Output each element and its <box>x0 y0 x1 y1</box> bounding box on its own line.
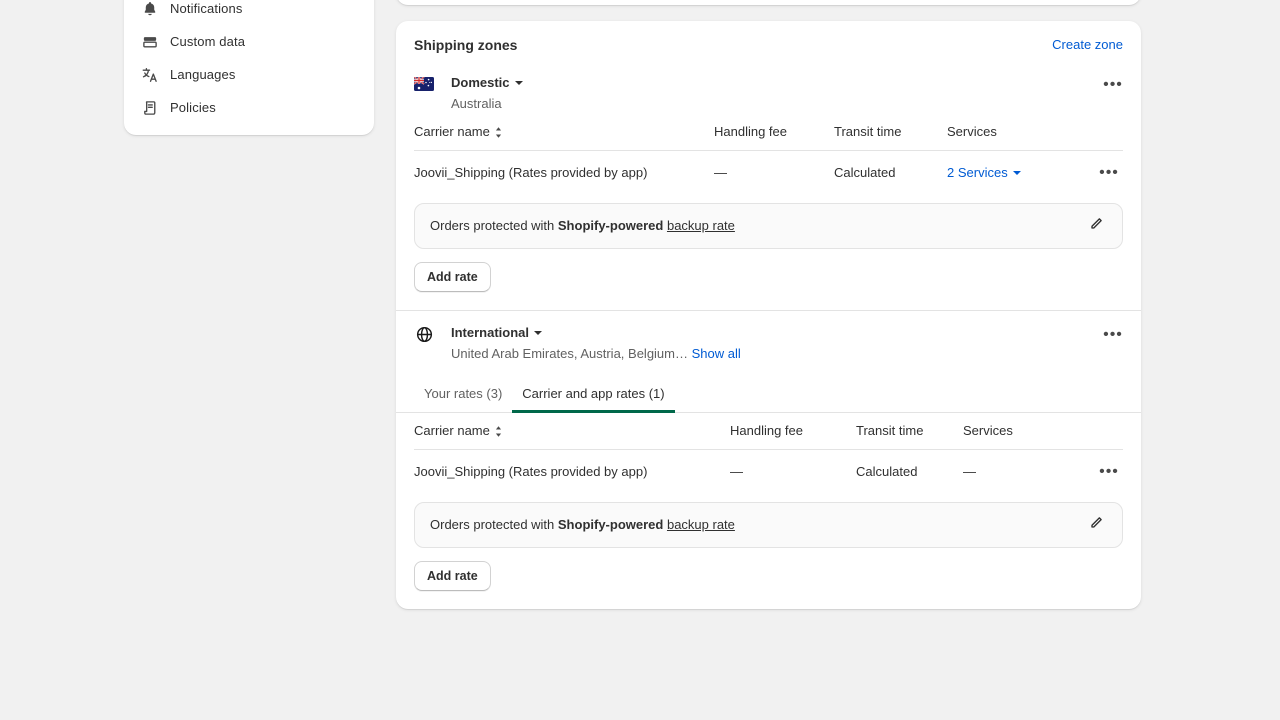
show-all-countries-link[interactable]: Show all <box>692 346 741 361</box>
domestic-add-rate-wrap: Add rate <box>396 249 1141 310</box>
services-label: 2 Services <box>947 165 1008 180</box>
sidebar-item-label: Custom data <box>170 32 245 52</box>
shipping-zone-domestic: Domestic Australia ••• Carrier name <box>396 61 1141 310</box>
australia-flag-icon <box>414 74 434 94</box>
sidebar-item-label: Notifications <box>170 0 243 19</box>
column-header-services: Services <box>947 122 1083 142</box>
backup-rate-banner: Orders protected with Shopify-powered ba… <box>414 203 1123 249</box>
sidebar-item-custom-data[interactable]: Custom data <box>132 26 366 58</box>
table-header-row: Carrier name Handling fee Transit time S… <box>410 114 1127 150</box>
sort-icon <box>494 126 503 139</box>
shipping-origins-body: Shipping origins Show details Shop locat… <box>396 0 1141 5</box>
settings-shipping-page: Customer events Brand Notifications <box>0 0 1280 720</box>
pencil-icon <box>1088 515 1104 536</box>
add-rate-button[interactable]: Add rate <box>414 561 491 591</box>
column-label: Carrier name <box>414 122 490 142</box>
cell-transit-time: Calculated <box>856 462 963 482</box>
settings-sidebar: Customer events Brand Notifications <box>124 0 374 135</box>
backup-rate-bold: Shopify-powered <box>558 517 663 532</box>
cell-services: 2 Services <box>947 163 1083 183</box>
globe-icon <box>414 324 434 344</box>
zone-countries: United Arab Emirates, Austria, Belgium… … <box>451 344 741 364</box>
zone-name-domestic[interactable]: Domestic <box>451 73 523 93</box>
cell-handling-fee: — <box>730 462 856 482</box>
shipping-zones-card: Shipping zones Create zone <box>396 21 1141 609</box>
zone-meta: Domestic Australia <box>451 73 523 114</box>
pencil-icon <box>1088 216 1104 237</box>
zone-countries-label: Australia <box>451 96 502 111</box>
zone-name-label: International <box>451 325 529 340</box>
rate-actions-menu-button[interactable]: ••• <box>1095 458 1123 486</box>
table-row: Joovii_Shipping (Rates provided by app) … <box>410 450 1127 494</box>
backup-rate-prefix: Orders protected with <box>430 517 558 532</box>
backup-rate-bold: Shopify-powered <box>558 218 663 233</box>
shipping-origins-card: Shipping origins Show details Shop locat… <box>396 0 1141 5</box>
sort-icon <box>494 425 503 438</box>
shipping-zone-international: International United Arab Emirates, Aust… <box>396 311 1141 609</box>
database-icon <box>140 32 160 52</box>
tab-carrier-and-app-rates[interactable]: Carrier and app rates (1) <box>512 380 674 413</box>
backup-rate-text: Orders protected with Shopify-powered ba… <box>430 216 735 236</box>
sidebar-item-label: Languages <box>170 65 236 85</box>
chevron-down-icon <box>534 331 542 335</box>
shipping-zones-title: Shipping zones <box>414 35 517 55</box>
backup-rate-prefix: Orders protected with <box>430 218 558 233</box>
bell-icon <box>140 0 160 19</box>
column-header-carrier-name[interactable]: Carrier name <box>414 122 714 142</box>
column-header-carrier-name[interactable]: Carrier name <box>414 421 730 441</box>
sidebar-item-notifications[interactable]: Notifications <box>132 0 366 25</box>
languages-icon <box>140 65 160 85</box>
cell-transit-time: Calculated <box>834 163 947 183</box>
shipping-settings-content: Shipping origins Show details Shop locat… <box>396 0 1141 625</box>
zone-header: International United Arab Emirates, Aust… <box>396 311 1141 364</box>
zone-countries-label: United Arab Emirates, Austria, Belgium… <box>451 346 688 361</box>
chevron-down-icon <box>1013 171 1021 175</box>
edit-backup-rate-button[interactable] <box>1082 212 1110 240</box>
tab-your-rates[interactable]: Your rates (3) <box>414 380 512 413</box>
backup-rate-link[interactable]: backup rate <box>667 218 735 233</box>
cell-services: — <box>963 462 1083 482</box>
sidebar-item-label: Policies <box>170 98 216 118</box>
cell-actions: ••• <box>1083 159 1123 187</box>
international-add-rate-wrap: Add rate <box>396 548 1141 609</box>
zone-countries: Australia <box>451 94 523 114</box>
chevron-down-icon <box>515 81 523 85</box>
policies-icon <box>140 98 160 118</box>
column-header-transit-time: Transit time <box>834 122 947 142</box>
zone-header: Domestic Australia ••• <box>396 61 1141 114</box>
zone-name-label: Domestic <box>451 75 510 90</box>
cell-actions: ••• <box>1083 458 1123 486</box>
international-rates-table: Carrier name Handling fee Transit time S… <box>396 413 1141 494</box>
table-row: Joovii_Shipping (Rates provided by app) … <box>410 151 1127 195</box>
rate-actions-menu-button[interactable]: ••• <box>1095 159 1123 187</box>
zone-name-international[interactable]: International <box>451 323 542 343</box>
backup-rate-link[interactable]: backup rate <box>667 517 735 532</box>
sidebar-item-languages[interactable]: Languages <box>132 59 366 91</box>
cell-carrier-name: Joovii_Shipping (Rates provided by app) <box>414 163 714 183</box>
column-header-handling-fee: Handling fee <box>730 421 856 441</box>
create-zone-link[interactable]: Create zone <box>1052 35 1123 55</box>
services-link[interactable]: 2 Services <box>947 165 1021 180</box>
column-header-transit-time: Transit time <box>856 421 963 441</box>
column-label: Carrier name <box>414 421 490 441</box>
shipping-zones-header: Shipping zones Create zone <box>396 21 1141 61</box>
cell-handling-fee: — <box>714 163 834 183</box>
zone-meta: International United Arab Emirates, Aust… <box>451 323 741 364</box>
add-rate-button[interactable]: Add rate <box>414 262 491 292</box>
zone-actions-menu-button[interactable]: ••• <box>1099 321 1127 349</box>
table-header-row: Carrier name Handling fee Transit time S… <box>410 413 1127 449</box>
cell-carrier-name: Joovii_Shipping (Rates provided by app) <box>414 462 730 482</box>
column-header-handling-fee: Handling fee <box>714 122 834 142</box>
rates-tabs: Your rates (3) Carrier and app rates (1) <box>396 380 1141 413</box>
edit-backup-rate-button[interactable] <box>1082 511 1110 539</box>
sidebar-item-policies[interactable]: Policies <box>132 92 366 124</box>
column-header-services: Services <box>963 421 1083 441</box>
zone-actions-menu-button[interactable]: ••• <box>1099 71 1127 99</box>
backup-rate-text: Orders protected with Shopify-powered ba… <box>430 515 735 535</box>
backup-rate-banner: Orders protected with Shopify-powered ba… <box>414 502 1123 548</box>
domestic-rates-table: Carrier name Handling fee Transit time S… <box>396 114 1141 195</box>
